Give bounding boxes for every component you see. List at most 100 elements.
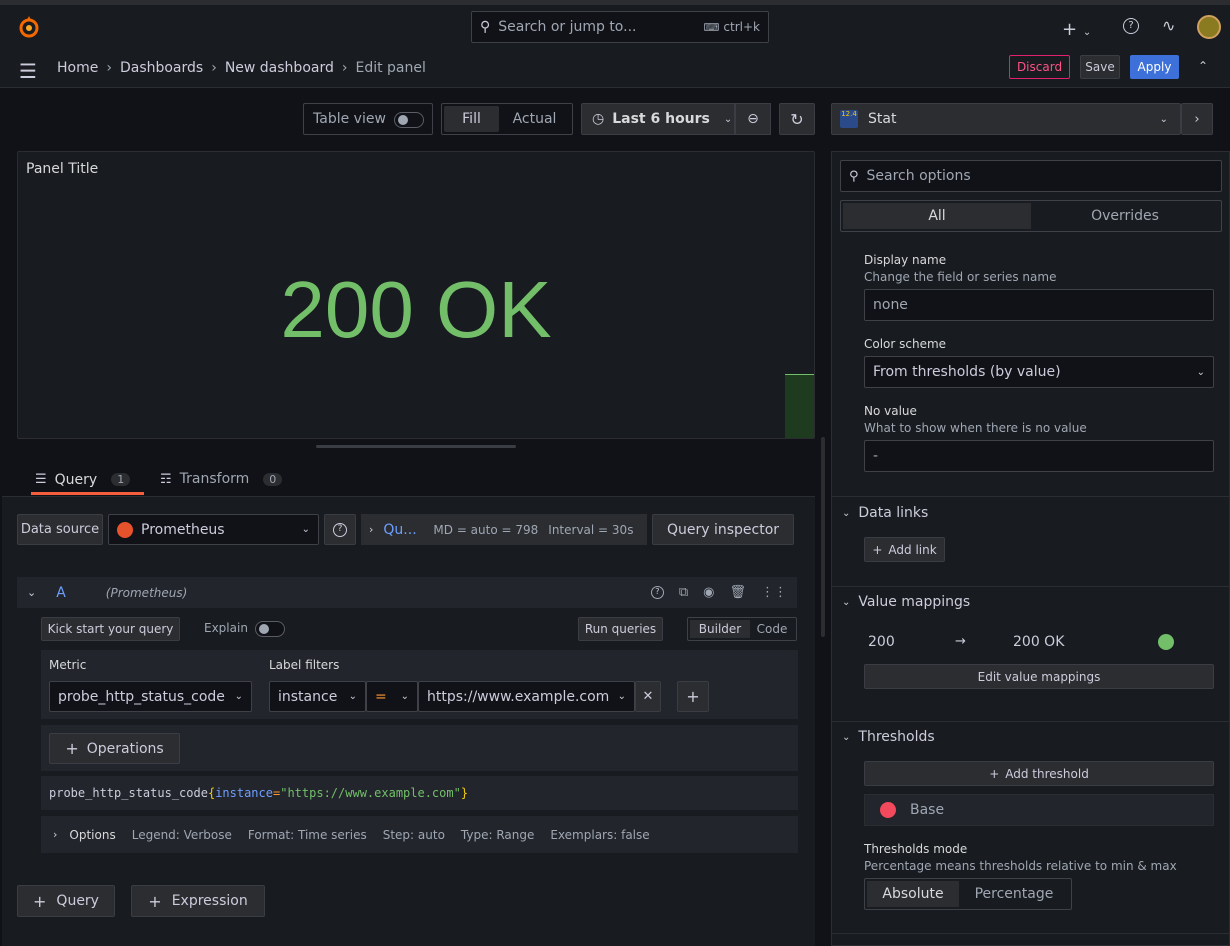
thresholds-mode-radio: Absolute Percentage — [864, 878, 1072, 910]
save-button[interactable]: Save — [1080, 55, 1120, 79]
edit-value-mappings-button[interactable]: Edit value mappings — [864, 664, 1214, 689]
query-ref-id[interactable]: A — [56, 585, 66, 601]
avatar[interactable] — [1197, 15, 1221, 39]
tab-all[interactable]: All — [843, 203, 1031, 229]
data-source-help-button[interactable]: ? — [324, 514, 356, 545]
data-links-title: Data links — [858, 505, 929, 521]
query-inspector-button[interactable]: Query inspector — [652, 514, 794, 545]
breadcrumb-new-dashboard[interactable]: New dashboard — [225, 60, 334, 76]
search-input[interactable]: ⚲ Search or jump to... ⌨ ctrl+k — [471, 11, 769, 43]
label-key-select[interactable]: instance ⌄ — [269, 681, 366, 712]
table-view-switch[interactable] — [394, 112, 424, 128]
display-name-input[interactable]: none — [864, 289, 1214, 321]
viz-name: Stat — [868, 111, 897, 127]
run-queries-button[interactable]: Run queries — [578, 617, 663, 641]
chevron-down-icon: ⌄ — [842, 596, 851, 608]
label-operator-select[interactable]: = ⌄ — [366, 681, 418, 712]
divider — [832, 496, 1230, 497]
panel-title[interactable]: Panel Title — [26, 161, 98, 177]
breadcrumb-dashboards[interactable]: Dashboards — [120, 60, 203, 76]
close-icon: ✕ — [642, 689, 654, 704]
time-range-picker[interactable]: ◷ Last 6 hours ⌄ — [581, 103, 735, 135]
data-links-section[interactable]: ⌄ Data links — [842, 505, 928, 521]
top-bar: ⚲ Search or jump to... ⌨ ctrl+k + ⌄ ? ∿ — [0, 0, 1230, 53]
add-label-button[interactable]: + — [677, 681, 709, 712]
plus-icon: + — [989, 766, 1000, 781]
operations-button[interactable]: + Operations — [49, 733, 180, 764]
zoom-out-button[interactable]: ⊖ — [735, 103, 771, 135]
visualization-picker[interactable]: 12.4 Stat ⌄ — [831, 103, 1181, 135]
menu-icon[interactable]: ☰ — [19, 59, 37, 83]
no-value-input[interactable]: - — [864, 440, 1214, 472]
actual-option[interactable]: Actual — [499, 106, 570, 132]
data-source-picker[interactable]: Prometheus ⌄ — [108, 514, 319, 545]
table-view-toggle[interactable]: Table view — [303, 103, 433, 135]
zoom-out-icon: ⊖ — [747, 111, 759, 127]
query-options-row[interactable]: › Options Legend: Verbose Format: Time s… — [41, 816, 798, 853]
label-value-value: https://www.example.com — [427, 688, 610, 705]
resize-handle[interactable] — [316, 445, 516, 448]
breadcrumb-separator-icon: › — [211, 60, 217, 76]
add-threshold-button[interactable]: + Add threshold — [864, 761, 1214, 786]
remove-label-button[interactable]: ✕ — [635, 681, 661, 712]
trash-icon[interactable]: 🗑 — [729, 585, 746, 600]
help-icon[interactable]: ? — [1123, 18, 1139, 34]
plus-icon: + — [148, 891, 162, 911]
value-mappings-section[interactable]: ⌄ Value mappings — [842, 594, 970, 610]
arrow-right-icon: → — [955, 634, 966, 649]
label-value-select[interactable]: https://www.example.com ⌄ — [418, 681, 635, 712]
add-threshold-label: Add threshold — [1005, 766, 1089, 781]
close-options-button[interactable]: › — [1181, 103, 1213, 135]
add-new-button[interactable]: + ⌄ — [1062, 19, 1091, 40]
duplicate-icon[interactable]: ⧉ — [679, 585, 688, 600]
label-key-value: instance — [278, 688, 338, 705]
left-scrollbar[interactable] — [821, 437, 825, 637]
apply-button[interactable]: Apply — [1130, 55, 1179, 79]
explain-switch[interactable] — [255, 621, 285, 637]
tab-query[interactable]: ☰ Query 1 — [31, 467, 144, 495]
mode-percentage-option[interactable]: Percentage — [959, 881, 1069, 907]
metric-select[interactable]: probe_http_status_code ⌄ — [49, 681, 252, 712]
options-tabs: All Overrides — [840, 200, 1222, 232]
threshold-color-dot[interactable] — [880, 802, 896, 818]
collapse-chevron-icon[interactable]: ⌄ — [27, 586, 36, 599]
transform-icon: ☶ — [160, 471, 172, 487]
tab-transform-label: Transform — [179, 471, 250, 487]
tab-overrides[interactable]: Overrides — [1031, 203, 1219, 229]
news-feed-icon[interactable]: ∿ — [1162, 16, 1175, 35]
chevron-down-icon: ⌄ — [400, 691, 409, 702]
query-options-label: Qu... — [383, 521, 417, 538]
help-icon[interactable]: ? — [650, 586, 664, 599]
query-datasource: (Prometheus) — [105, 585, 188, 600]
add-query-label: Query — [56, 893, 99, 909]
mapping-from: 200 — [868, 634, 895, 650]
search-options-input[interactable]: ⚲ Search options — [840, 160, 1222, 192]
collapse-chevron-icon[interactable]: ⌃ — [1198, 59, 1208, 73]
breadcrumb-home[interactable]: Home — [57, 60, 98, 76]
query-options-bar[interactable]: › Qu... MD = auto = 798 Interval = 30s — [361, 514, 647, 545]
thresholds-section[interactable]: ⌄ Thresholds — [842, 729, 935, 745]
mode-absolute-option[interactable]: Absolute — [867, 881, 959, 907]
search-placeholder: Search or jump to... — [498, 19, 637, 35]
expr-close: } — [460, 786, 469, 800]
chevron-down-icon: ⌄ — [1159, 113, 1168, 125]
color-scheme-label: Color scheme — [864, 337, 947, 351]
metric-value: probe_http_status_code — [58, 688, 225, 705]
grafana-logo[interactable] — [17, 15, 41, 39]
database-icon: ☰ — [35, 472, 47, 487]
tab-transform[interactable]: ☶ Transform 0 — [160, 467, 283, 491]
kick-start-button[interactable]: Kick start your query — [41, 617, 180, 641]
add-expression-button[interactable]: + Expression — [131, 885, 265, 917]
fill-option[interactable]: Fill — [444, 106, 499, 132]
add-link-button[interactable]: + Add link — [864, 537, 945, 562]
eye-icon[interactable]: ◉ — [703, 585, 714, 600]
drag-handle-icon[interactable]: ⋮⋮ — [761, 585, 787, 600]
builder-option[interactable]: Builder — [690, 620, 750, 638]
operations-label: Operations — [86, 740, 164, 757]
refresh-button[interactable]: ↻ — [779, 103, 815, 135]
help-icon: ? — [333, 522, 347, 537]
discard-button[interactable]: Discard — [1009, 55, 1070, 79]
add-query-button[interactable]: + Query — [17, 885, 115, 917]
code-option[interactable]: Code — [750, 620, 794, 638]
color-scheme-select[interactable]: From thresholds (by value) ⌄ — [864, 356, 1214, 388]
